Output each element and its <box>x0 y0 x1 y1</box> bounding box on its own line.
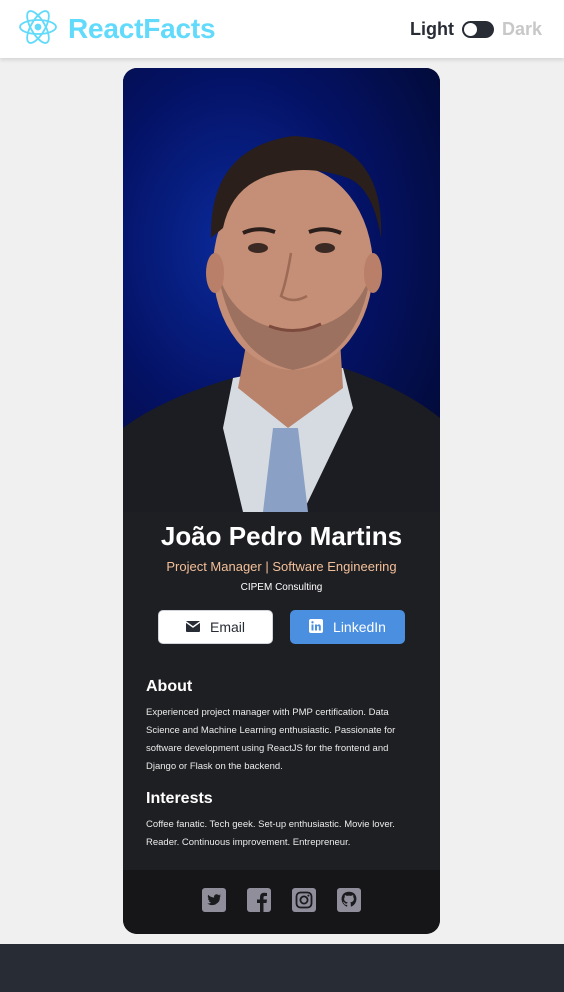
theme-toggle[interactable]: Light Dark <box>410 19 542 40</box>
github-icon[interactable] <box>337 888 361 912</box>
profile-photo <box>123 68 440 512</box>
switch-knob <box>463 22 477 36</box>
about-text: Experienced project manager with PMP cer… <box>146 707 396 772</box>
page-footer <box>0 944 564 992</box>
profile-info: João Pedro Martins Project Manager | Sof… <box>123 512 440 870</box>
react-logo-icon <box>18 7 58 52</box>
linkedin-button[interactable]: LinkedIn <box>290 610 405 644</box>
email-button[interactable]: Email <box>158 610 273 644</box>
instagram-icon[interactable] <box>292 888 316 912</box>
facebook-icon[interactable] <box>247 888 271 912</box>
contact-buttons: Email LinkedIn <box>123 610 440 644</box>
interests-text: Coffee fanatic. Tech geek. Set-up enthus… <box>146 819 395 848</box>
profile-card: João Pedro Martins Project Manager | Sof… <box>123 68 440 934</box>
theme-light-label: Light <box>409 18 454 39</box>
email-button-label: Email <box>209 619 245 635</box>
theme-dark-label: Dark <box>501 18 542 39</box>
about-section: About Experienced project manager with P… <box>123 677 440 776</box>
twitter-icon[interactable] <box>202 888 226 912</box>
linkedin-icon <box>309 618 324 636</box>
profile-company: CIPEM Consulting <box>240 582 323 593</box>
brand[interactable]: ReactFacts <box>18 7 216 52</box>
interests-section: Interests Coffee fanatic. Tech geek. Set… <box>123 789 440 852</box>
navbar: ReactFacts Light Dark <box>0 0 564 58</box>
theme-switch[interactable] <box>461 20 494 38</box>
about-heading: About <box>146 678 193 695</box>
brand-title: ReactFacts <box>68 13 216 44</box>
profile-role: Project Manager | Software Engineering <box>166 559 397 574</box>
social-links <box>123 870 440 934</box>
interests-heading: Interests <box>146 790 213 807</box>
envelope-icon <box>185 619 201 635</box>
linkedin-button-label: LinkedIn <box>333 619 386 635</box>
profile-name: João Pedro Martins <box>160 521 403 551</box>
